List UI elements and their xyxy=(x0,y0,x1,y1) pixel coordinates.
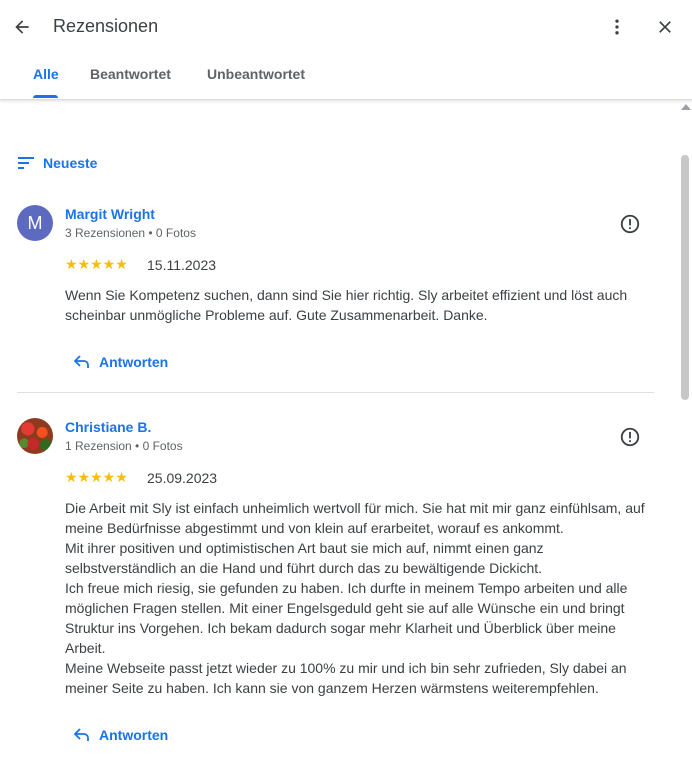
report-review-button[interactable] xyxy=(619,426,641,448)
flag-alert-icon xyxy=(620,214,640,234)
tab-unbeantwortet[interactable]: Unbeantwortet xyxy=(207,66,305,82)
reply-button[interactable]: Antworten xyxy=(74,725,168,745)
reply-label: Antworten xyxy=(99,727,169,743)
review-text: Die Arbeit mit Sly ist einfach unheimlic… xyxy=(65,498,655,698)
close-icon xyxy=(659,21,671,33)
scrollbar-thumb[interactable] xyxy=(681,155,689,400)
report-review-button[interactable] xyxy=(619,213,641,235)
sort-icon xyxy=(18,157,34,169)
review-paragraph: Ich freue mich riesig, sie gefunden zu h… xyxy=(65,580,628,656)
review-item: M Margit Wright 3 Rezensionen • 0 Fotos … xyxy=(0,205,672,395)
review-date: 25.09.2023 xyxy=(147,470,218,486)
reply-label: Antworten xyxy=(99,354,169,370)
star-rating: ★★★★★ xyxy=(65,469,128,485)
page-title: Rezensionen xyxy=(53,16,159,36)
review-item: Christiane B. 1 Rezension • 0 Fotos ★★★★… xyxy=(0,418,672,761)
sort-button[interactable]: Neueste xyxy=(18,154,97,172)
star-rating: ★★★★★ xyxy=(65,256,128,272)
review-paragraph: Meine Webseite passt jetzt wieder zu 100… xyxy=(65,660,627,696)
avatar[interactable] xyxy=(17,418,53,454)
sort-label: Neueste xyxy=(43,155,98,171)
review-paragraph: Mit ihrer positiven und optimistischen A… xyxy=(65,540,544,576)
reply-button[interactable]: Antworten xyxy=(74,352,168,372)
reviewer-name[interactable]: Christiane B. xyxy=(65,419,151,435)
tab-alle[interactable]: Alle xyxy=(33,66,59,82)
reply-icon xyxy=(74,728,89,741)
more-options-button[interactable] xyxy=(604,13,630,41)
arrow-back-icon xyxy=(15,20,29,34)
reviewer-meta: 3 Rezensionen • 0 Fotos xyxy=(65,226,196,240)
scroll-up-arrow[interactable] xyxy=(681,104,691,110)
review-text: Wenn Sie Kompetenz suchen, dann sind Sie… xyxy=(65,287,628,323)
reviewer-meta: 1 Rezension • 0 Fotos xyxy=(65,439,183,453)
review-date: 15.11.2023 xyxy=(147,257,217,273)
close-button[interactable] xyxy=(651,13,679,41)
tab-beantwortet[interactable]: Beantwortet xyxy=(90,66,171,82)
active-tab-indicator xyxy=(33,95,58,98)
review-paragraph: Die Arbeit mit Sly ist einfach unheimlic… xyxy=(65,500,645,536)
panel-header: Rezensionen Alle Beantwortet Unbeantwort… xyxy=(0,0,692,100)
review-divider xyxy=(17,392,654,393)
back-button[interactable] xyxy=(8,13,36,41)
avatar[interactable]: M xyxy=(17,205,53,241)
reply-icon xyxy=(74,355,89,368)
reviewer-name[interactable]: Margit Wright xyxy=(65,206,155,222)
flag-alert-icon xyxy=(620,427,640,447)
more-vert-icon xyxy=(615,19,619,35)
